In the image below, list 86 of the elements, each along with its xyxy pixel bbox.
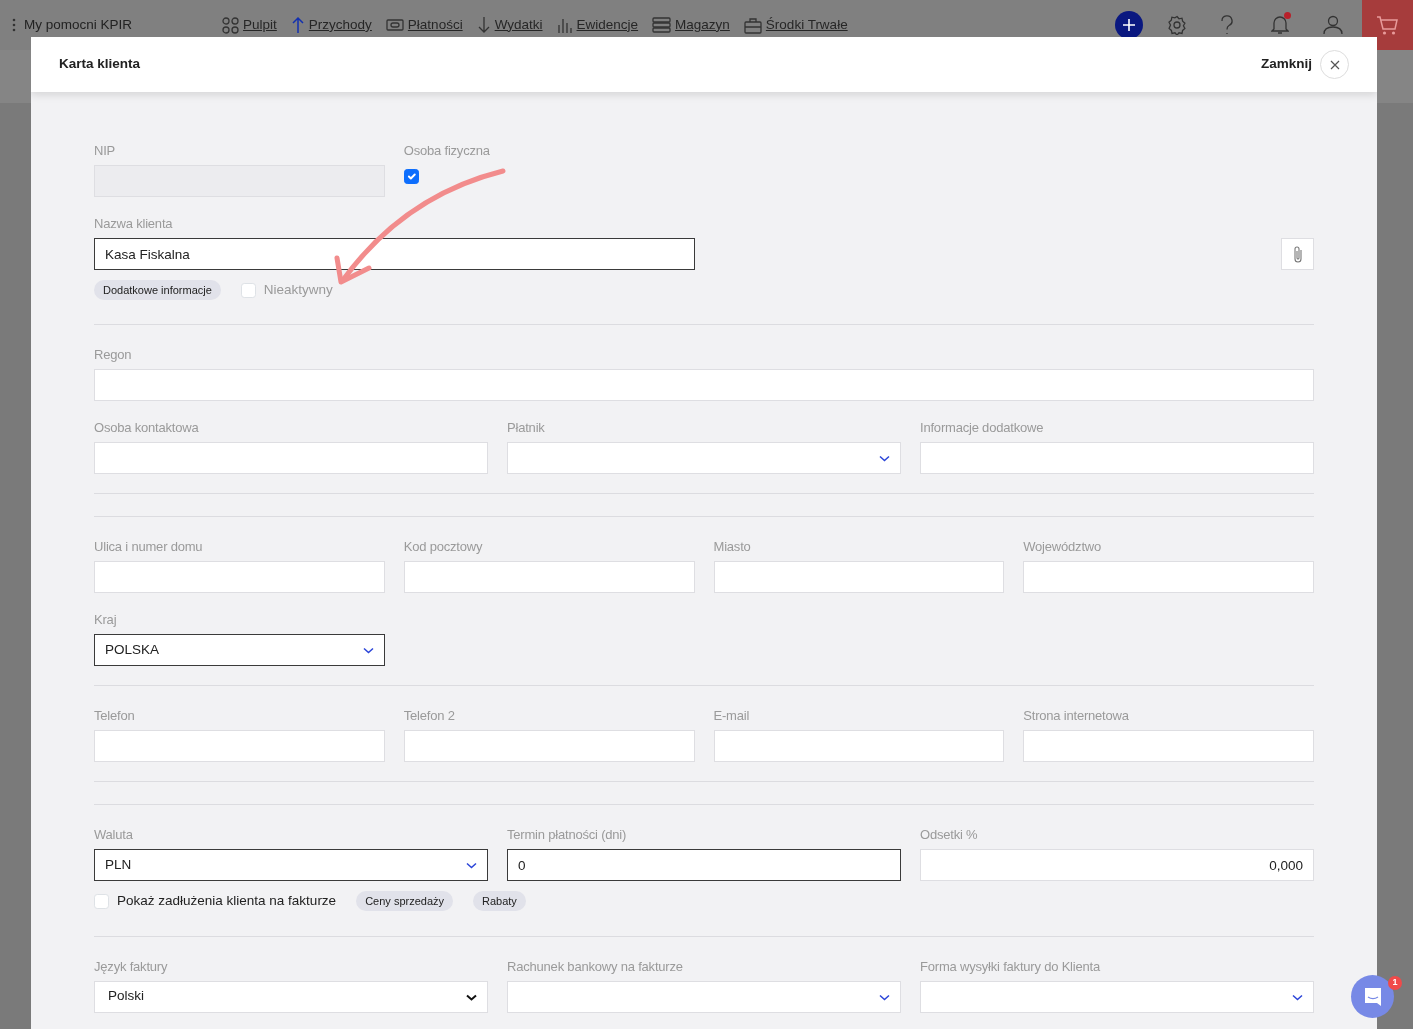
cart-icon bbox=[1376, 14, 1399, 36]
field-label: E-mail bbox=[713, 708, 751, 725]
nav-link[interactable]: Ewidencje bbox=[556, 14, 639, 36]
pill-button[interactable]: Ceny sprzedaży bbox=[356, 891, 453, 912]
nav-link[interactable]: Magazyn bbox=[652, 14, 730, 36]
input-field[interactable]: Kasa Fiskalna bbox=[94, 238, 695, 270]
banknote-icon bbox=[385, 17, 404, 33]
select-field[interactable] bbox=[507, 980, 901, 1013]
attach-button[interactable] bbox=[1281, 238, 1314, 270]
cart-button[interactable] bbox=[1362, 0, 1413, 50]
field-label: Rachunek bankowy na fakturze bbox=[507, 958, 684, 975]
add-button[interactable] bbox=[1115, 11, 1143, 39]
bell-icon[interactable] bbox=[1271, 15, 1289, 35]
select-field[interactable]: POLSKA bbox=[94, 634, 385, 667]
pill-button[interactable]: Dodatkowe informacje bbox=[94, 280, 221, 301]
select-field[interactable] bbox=[920, 980, 1314, 1013]
checkbox[interactable] bbox=[403, 169, 419, 184]
app-title: My pomocni KPIR bbox=[24, 15, 133, 34]
close-icon bbox=[1329, 59, 1340, 70]
input-field[interactable]: 0 bbox=[507, 849, 901, 882]
input-field[interactable]: 0,000 bbox=[920, 849, 1314, 882]
field-label: Telefon bbox=[94, 708, 136, 725]
nav-link[interactable]: Przychody bbox=[290, 14, 372, 36]
chevron-down-icon bbox=[879, 993, 890, 1002]
close-button[interactable] bbox=[1320, 50, 1349, 79]
settings-icon[interactable] bbox=[1167, 15, 1187, 35]
field-label: Województwo bbox=[1023, 539, 1102, 556]
field-label: Język faktury bbox=[94, 958, 169, 975]
field-label: Forma wysyłki faktury do Klienta bbox=[920, 958, 1101, 975]
chat-icon bbox=[1362, 986, 1383, 1007]
field-label: Ulica i numer domu bbox=[94, 539, 204, 556]
briefcase-icon bbox=[743, 16, 762, 34]
input-field[interactable] bbox=[94, 561, 385, 594]
field-label: NIP bbox=[94, 143, 117, 159]
field-label: Odsetki % bbox=[920, 827, 979, 844]
input-field[interactable] bbox=[403, 730, 695, 763]
field-label: Waluta bbox=[94, 827, 134, 844]
field-label: Płatnik bbox=[507, 420, 546, 437]
field-label: Telefon 2 bbox=[403, 708, 456, 725]
checkbox-label: Nieaktywny bbox=[263, 281, 333, 299]
paperclip-icon bbox=[1291, 245, 1304, 263]
input-field[interactable] bbox=[1023, 730, 1314, 763]
field-label: Strona internetowa bbox=[1023, 708, 1130, 725]
field-label: Miasto bbox=[713, 539, 752, 556]
bar-chart-icon bbox=[556, 16, 573, 34]
field-label: Kraj bbox=[94, 612, 118, 629]
field-label: Osoba fizyczna bbox=[403, 143, 491, 159]
select-field[interactable]: PLN bbox=[94, 849, 488, 882]
field-label: Termin płatności (dni) bbox=[507, 827, 628, 844]
field-label: Regon bbox=[94, 347, 133, 364]
menu-icon[interactable] bbox=[12, 17, 16, 33]
grid-icon bbox=[222, 16, 240, 34]
field-label: Informacje dodatkowe bbox=[920, 420, 1045, 437]
chevron-down-icon bbox=[362, 647, 374, 656]
chevron-down-icon bbox=[466, 993, 477, 1002]
nav-link[interactable]: Płatności bbox=[385, 14, 463, 36]
chevron-down-icon bbox=[466, 862, 477, 871]
field-label: Osoba kontaktowa bbox=[94, 420, 200, 437]
help-icon[interactable] bbox=[1219, 15, 1233, 35]
notification-badge: 1 bbox=[1388, 976, 1402, 990]
user-icon[interactable] bbox=[1323, 15, 1343, 35]
arrow-up-icon bbox=[290, 16, 305, 34]
select-field[interactable]: Polski bbox=[94, 980, 488, 1013]
nav-link[interactable]: Wydatki bbox=[476, 14, 543, 36]
modal-title: Karta klienta bbox=[59, 55, 142, 74]
input-field[interactable] bbox=[920, 442, 1314, 475]
arrow-down-icon bbox=[476, 16, 491, 34]
chevron-down-icon bbox=[879, 455, 890, 464]
checkbox-label: Pokaż zadłużenia klienta na fakturze bbox=[117, 892, 337, 911]
chevron-down-icon bbox=[1292, 993, 1303, 1002]
select-field[interactable] bbox=[507, 442, 901, 475]
pill-button[interactable]: Rabaty bbox=[473, 891, 526, 912]
nav-link[interactable]: Środki Trwałe bbox=[743, 14, 848, 36]
close-label: Zamknij bbox=[1261, 55, 1312, 74]
input-field[interactable] bbox=[94, 442, 488, 475]
input-field[interactable] bbox=[713, 730, 1005, 763]
input-field[interactable] bbox=[94, 730, 385, 763]
input-field[interactable] bbox=[94, 369, 1314, 402]
input-field[interactable] bbox=[713, 561, 1005, 594]
nav-link[interactable]: Pulpit bbox=[222, 14, 277, 36]
field-label: Nazwa klienta bbox=[94, 216, 174, 232]
input-field[interactable] bbox=[403, 561, 695, 594]
field-label: Kod pocztowy bbox=[403, 539, 484, 556]
stack-icon bbox=[652, 16, 672, 34]
input-field[interactable] bbox=[1023, 561, 1314, 594]
plus-icon bbox=[1122, 18, 1136, 32]
